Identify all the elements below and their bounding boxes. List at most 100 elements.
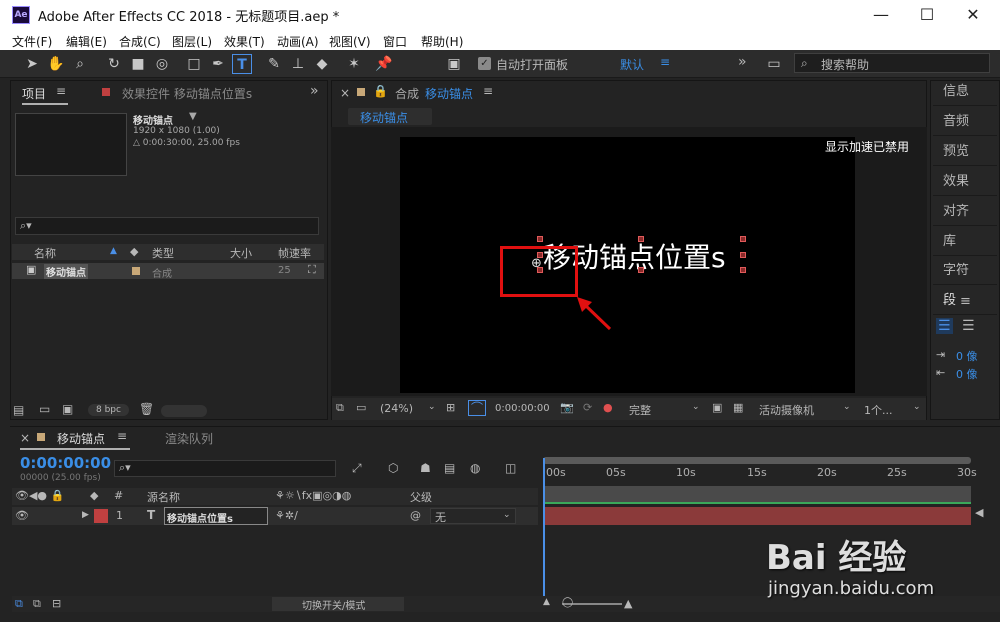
menu-animation[interactable]: 动画(A) bbox=[277, 33, 319, 50]
menu-window[interactable]: 窗口 bbox=[383, 33, 407, 50]
tab-effect-controls[interactable]: 效果控件 移动锚点位置s bbox=[122, 85, 252, 102]
region-of-interest-icon[interactable]: ▣ bbox=[712, 401, 722, 414]
minimize-button[interactable]: — bbox=[858, 0, 904, 30]
monitor-icon[interactable]: ▭ bbox=[356, 401, 366, 414]
indent-left-value[interactable]: 0 像 bbox=[956, 348, 978, 364]
parent-select[interactable]: 无 ⌄ bbox=[430, 508, 516, 524]
work-area-bar[interactable] bbox=[543, 486, 971, 503]
snapping-icon[interactable]: ▣ bbox=[444, 54, 464, 74]
panel-align[interactable]: 对齐 bbox=[933, 198, 997, 226]
zoom-in-icon[interactable]: ▲ bbox=[624, 597, 632, 610]
menu-edit[interactable]: 编辑(E) bbox=[66, 33, 107, 50]
menu-composition[interactable]: 合成(C) bbox=[119, 33, 161, 50]
bbox-handle[interactable] bbox=[638, 267, 644, 273]
panel-library[interactable]: 库 bbox=[933, 228, 997, 256]
layer-visibility-icon[interactable]: 👁 bbox=[15, 509, 29, 522]
tab-project[interactable]: 项目 bbox=[22, 85, 46, 102]
project-item-name[interactable]: 移动锚点 bbox=[44, 264, 88, 279]
layer-switches-icons[interactable]: ⚘✲∕ bbox=[275, 509, 298, 522]
current-time-indicator[interactable] bbox=[543, 458, 545, 606]
brush-tool-icon[interactable]: ✎ bbox=[264, 54, 284, 74]
toggle-switches-modes-button[interactable]: 切换开关/模式 bbox=[272, 597, 404, 612]
timeline-menu-icon[interactable]: ≡ bbox=[117, 429, 127, 443]
menu-help[interactable]: 帮助(H) bbox=[421, 33, 463, 50]
align-left-icon[interactable]: ☰ bbox=[936, 318, 953, 334]
motion-blur-icon[interactable]: ◍ bbox=[470, 461, 480, 475]
transfer-controls-icon[interactable]: ⧉ bbox=[33, 597, 41, 611]
layer-name-field[interactable]: 移动锚点位置s bbox=[164, 507, 268, 525]
indent-first-value[interactable]: 0 像 bbox=[956, 366, 978, 382]
shy-layers-icon[interactable]: ☗ bbox=[420, 461, 431, 475]
align-center-icon[interactable]: ☰ bbox=[962, 318, 975, 334]
layer-switches-toggle-icon[interactable]: ⧉ bbox=[15, 597, 23, 611]
eraser-tool-icon[interactable]: ◆ bbox=[312, 54, 332, 74]
menu-view[interactable]: 视图(V) bbox=[329, 33, 371, 50]
zoom-slider-thumb[interactable]: ◯ bbox=[562, 597, 573, 608]
frame-blending-icon[interactable]: ▤ bbox=[444, 461, 455, 475]
viewer-timecode[interactable]: 0:00:00:00 bbox=[495, 403, 550, 414]
bbox-handle[interactable] bbox=[740, 252, 746, 258]
lock-icon[interactable]: 🔒 bbox=[373, 84, 388, 98]
zoom-out-icon[interactable]: ▲ bbox=[543, 597, 550, 607]
close-timeline-icon[interactable]: × bbox=[20, 431, 30, 445]
panel-info[interactable]: 信息 bbox=[933, 78, 997, 106]
panel-character[interactable]: 字符 bbox=[933, 257, 997, 285]
bbox-handle[interactable] bbox=[638, 236, 644, 242]
mask-visibility-icon[interactable]: ⌒ bbox=[468, 400, 487, 416]
safe-zones-icon[interactable]: ⊞ bbox=[446, 401, 455, 414]
bbox-handle[interactable] bbox=[740, 236, 746, 242]
project-scroll-slider[interactable] bbox=[161, 405, 207, 417]
views-dropdown-icon[interactable]: ⌄ bbox=[913, 402, 921, 412]
camera-tool-icon[interactable]: ■ bbox=[128, 54, 148, 74]
panel-audio[interactable]: 音频 bbox=[933, 108, 997, 136]
camera-dropdown-icon[interactable]: ⌄ bbox=[843, 402, 851, 412]
auto-open-panel-checkbox[interactable]: ✓ bbox=[478, 57, 491, 70]
menu-file[interactable]: 文件(F) bbox=[12, 33, 52, 50]
panel-effects[interactable]: 效果 bbox=[933, 168, 997, 196]
column-size[interactable]: 大小 bbox=[230, 245, 252, 261]
timeline-search-input[interactable]: ⌕▾ bbox=[114, 460, 336, 477]
tab-timeline[interactable]: 移动锚点 bbox=[57, 430, 105, 447]
comp-mini-flowchart-icon[interactable]: ⤢ bbox=[352, 461, 362, 476]
graph-editor-icon[interactable]: ◫ bbox=[505, 461, 516, 475]
zoom-dropdown-icon[interactable]: ⌄ bbox=[428, 402, 436, 412]
layer-expand-icon[interactable]: ▶ bbox=[82, 510, 89, 520]
panel-preview[interactable]: 预览 bbox=[933, 138, 997, 166]
workspace-default[interactable]: 默认 bbox=[620, 56, 644, 73]
delete-icon[interactable]: 🗑 bbox=[139, 402, 154, 416]
label-column-icon[interactable]: ◆ bbox=[130, 245, 138, 258]
draft-3d-icon[interactable]: ⬡ bbox=[388, 461, 398, 475]
workspace-overflow-icon[interactable]: » bbox=[738, 54, 747, 70]
comp-tab-name[interactable]: 移动锚点 bbox=[425, 85, 473, 102]
new-folder-icon[interactable]: ▭ bbox=[39, 402, 50, 416]
panel-overflow-icon[interactable]: » bbox=[310, 83, 319, 99]
show-snapshot-icon[interactable]: ⟳ bbox=[583, 401, 592, 414]
resolution-select[interactable]: 完整 bbox=[629, 402, 651, 418]
selection-tool-icon[interactable]: ➤ bbox=[22, 54, 42, 74]
transparency-grid-icon[interactable]: ▦ bbox=[733, 401, 743, 414]
clone-stamp-tool-icon[interactable]: ⊥ bbox=[288, 54, 308, 74]
bbox-handle[interactable] bbox=[740, 267, 746, 273]
pen-tool-icon[interactable]: ✒ bbox=[208, 54, 228, 74]
layer-duration-bar[interactable] bbox=[543, 507, 971, 525]
menu-effect[interactable]: 效果(T) bbox=[224, 33, 265, 50]
camera-select[interactable]: 活动摄像机 bbox=[759, 402, 814, 418]
column-type[interactable]: 类型 bbox=[152, 245, 174, 261]
maximize-button[interactable]: ☐ bbox=[904, 0, 950, 30]
resolution-dropdown-icon[interactable]: ⌄ bbox=[692, 402, 700, 412]
type-tool-icon[interactable]: T bbox=[232, 54, 252, 74]
bbox-handle[interactable] bbox=[537, 236, 543, 242]
pickwhip-icon[interactable]: @ bbox=[410, 509, 421, 522]
project-search-input[interactable]: ⌕▾ bbox=[15, 217, 319, 235]
snapshot-icon[interactable]: 📷 bbox=[560, 401, 574, 414]
comp-breadcrumb[interactable]: 移动锚点 bbox=[348, 108, 432, 125]
column-fps[interactable]: 帧速率 bbox=[278, 245, 311, 261]
time-navigator[interactable] bbox=[543, 457, 971, 464]
help-search-input[interactable]: ⌕ 搜索帮助 bbox=[794, 53, 990, 73]
comp-name-dropdown-icon[interactable]: ▼ bbox=[189, 111, 197, 122]
close-button[interactable]: ✕ bbox=[950, 0, 996, 30]
bit-depth-button[interactable]: 8 bpc bbox=[88, 404, 129, 416]
column-name[interactable]: 名称 bbox=[34, 245, 56, 261]
zoom-value[interactable]: (24%) bbox=[380, 402, 413, 415]
views-select[interactable]: 1个... bbox=[864, 402, 893, 418]
